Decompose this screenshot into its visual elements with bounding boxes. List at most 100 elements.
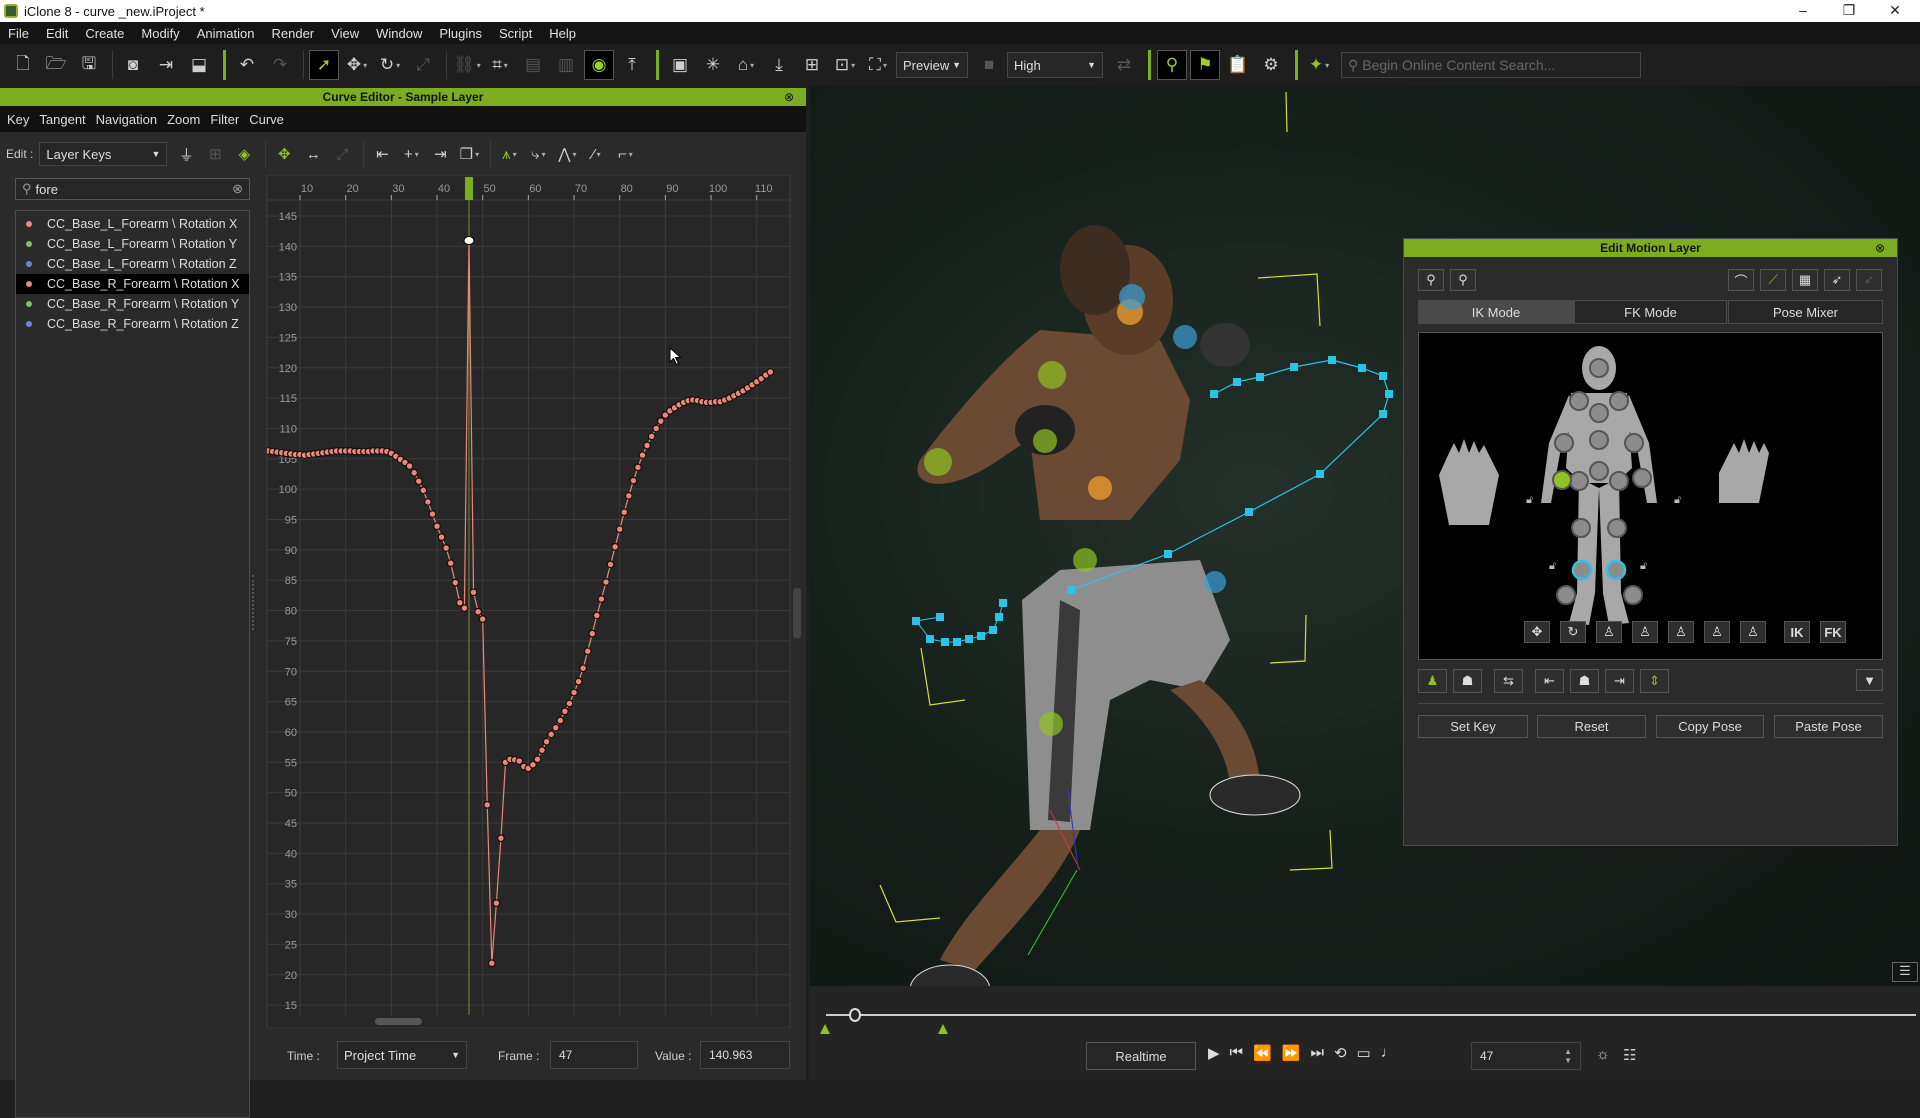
ik-effector-dot[interactable] <box>1119 284 1145 310</box>
playhead-handle[interactable] <box>464 177 473 200</box>
menu-render[interactable]: Render <box>272 26 315 41</box>
motion-trail-key[interactable] <box>1245 508 1253 516</box>
ik-effector-dot[interactable] <box>1204 571 1226 593</box>
ik-effector-dot[interactable] <box>1173 325 1197 349</box>
pin-icon[interactable]: ➶ <box>1824 269 1850 291</box>
gizmo-icon[interactable]: ⚙ <box>1256 50 1286 80</box>
motion-trail-key[interactable] <box>912 617 920 625</box>
key-point[interactable] <box>634 463 642 472</box>
plugin-icon[interactable]: ✦ ▾ <box>1304 50 1334 80</box>
key-point[interactable] <box>442 544 451 552</box>
rotate-icon[interactable]: ↻ ▾ <box>375 50 405 80</box>
menu-view[interactable]: View <box>331 26 359 41</box>
home-camera-icon[interactable]: ⌂ ▾ <box>731 50 761 80</box>
settings-icon[interactable]: ☼ <box>1596 1046 1610 1063</box>
motion-trail-key[interactable] <box>1385 390 1393 398</box>
loop-icon[interactable]: ⟲ <box>1334 1044 1347 1062</box>
motion-trail-key[interactable] <box>1358 364 1366 372</box>
motion-trail-key[interactable] <box>1164 550 1172 558</box>
curve-graph[interactable]: 1520253035404550556065707580859095100105… <box>266 175 800 1028</box>
joint-effector[interactable] <box>1589 461 1609 481</box>
curve-menu-tangent[interactable]: Tangent <box>39 112 85 127</box>
key-point[interactable] <box>428 510 437 518</box>
key-point[interactable] <box>551 723 560 732</box>
linear-tangent-icon[interactable]: ⁄ ▾ <box>583 139 609 169</box>
key-point[interactable] <box>647 432 656 441</box>
pivot-icon[interactable]: ⤒ <box>617 50 647 80</box>
selected-key-point[interactable] <box>463 236 475 246</box>
motion-trail-key[interactable] <box>926 635 934 643</box>
new-file-icon[interactable]: 🗋 <box>8 50 38 80</box>
channel-list-item[interactable]: CC_Base_L_Forearm \ Rotation X <box>16 214 249 234</box>
break-tangent-icon[interactable]: ⋀ ▾ <box>554 139 580 169</box>
motion-trail-key[interactable] <box>1210 390 1218 398</box>
key-point[interactable] <box>570 688 578 697</box>
menu-modify[interactable]: Modify <box>141 26 179 41</box>
key-point[interactable] <box>606 560 615 569</box>
layers-icon[interactable]: ◈ <box>231 139 257 169</box>
key-point[interactable] <box>446 559 455 568</box>
motion-trail-icon[interactable]: ⚲ <box>1157 50 1187 80</box>
motion-trail-key[interactable] <box>995 613 1003 621</box>
menu-file[interactable]: File <box>8 26 29 41</box>
motion-trail-key[interactable] <box>1067 586 1075 594</box>
horizontal-scrollbar[interactable] <box>375 1018 422 1025</box>
insert-before-icon[interactable]: ⇤ <box>369 139 395 169</box>
scale-icon[interactable]: ⤢ <box>408 50 438 80</box>
unpin-icon[interactable]: ➶ <box>1856 269 1882 291</box>
key-point[interactable] <box>560 707 569 716</box>
curve-menu-zoom[interactable]: Zoom <box>167 112 200 127</box>
joint-effector[interactable] <box>1605 559 1627 581</box>
motion-trail-key[interactable] <box>1379 372 1387 380</box>
key-point[interactable] <box>643 441 651 450</box>
lock-upper-body-icon[interactable]: ♙ <box>1632 621 1658 643</box>
key-point[interactable] <box>437 533 446 542</box>
key-point[interactable] <box>478 615 487 623</box>
joint-effector[interactable] <box>1571 518 1591 538</box>
pick-camera-icon[interactable]: ⊡ ▾ <box>830 50 860 80</box>
ik-effector-dot[interactable] <box>1073 548 1097 572</box>
minimize-button[interactable]: – <box>1780 0 1826 22</box>
move-key-icon[interactable]: ✥ <box>271 139 297 169</box>
channel-list-item[interactable]: CC_Base_L_Forearm \ Rotation Z <box>16 254 249 274</box>
key-point[interactable] <box>497 834 505 843</box>
key-point[interactable] <box>474 607 483 616</box>
menu-edit[interactable]: Edit <box>46 26 68 41</box>
dropdown-arrow-icon[interactable]: ▾ <box>504 61 508 70</box>
motion-trail-key[interactable] <box>989 626 997 634</box>
range-end-marker[interactable] <box>938 1024 948 1034</box>
key-point[interactable] <box>469 588 478 597</box>
move-icon[interactable]: ✥ ▾ <box>342 50 372 80</box>
vertical-scrollbar[interactable] <box>793 588 801 638</box>
select-icon[interactable]: ➚ <box>309 50 339 80</box>
motion-trail-key[interactable] <box>965 635 973 643</box>
mirror-left-icon[interactable]: ⇤ <box>1535 669 1564 693</box>
curve-menu-curve[interactable]: Curve <box>249 112 284 127</box>
motion-trail-key[interactable] <box>1233 378 1241 386</box>
tab-pose-mixer[interactable]: Pose Mixer <box>1728 300 1883 324</box>
mirror-person-icon[interactable]: ☗ <box>1570 669 1599 693</box>
step-tangent-icon[interactable]: ⌐ ▾ <box>612 139 638 169</box>
key-point[interactable] <box>638 451 647 460</box>
timeline-toggle-icon[interactable]: ☷ <box>1623 1046 1636 1064</box>
unlock-icon[interactable]: 🔓︎ <box>1674 494 1681 506</box>
motion-trail-key[interactable] <box>977 632 985 640</box>
go-to-start-icon[interactable]: ⏮ <box>1230 1044 1244 1062</box>
joint-effector[interactable] <box>1609 391 1629 411</box>
key-point[interactable] <box>583 647 592 656</box>
edit-mode-dropdown[interactable]: Layer Keys ▼ <box>39 142 168 166</box>
value-input[interactable]: 140.963 <box>700 1041 790 1069</box>
joint-effector[interactable] <box>1632 468 1652 488</box>
menu-animation[interactable]: Animation <box>197 26 255 41</box>
chat-icon[interactable]: ☰ <box>1892 962 1918 982</box>
look-at-icon[interactable]: ⚲ <box>1450 269 1476 291</box>
unlock-icon[interactable]: 🔓︎ <box>1640 560 1647 572</box>
key-point[interactable] <box>592 611 601 620</box>
motion-trail-key[interactable] <box>999 599 1007 607</box>
joint-effector[interactable] <box>1589 403 1609 423</box>
curve-menu-filter[interactable]: Filter <box>210 112 239 127</box>
motion-trail-key[interactable] <box>1316 470 1324 478</box>
copy-keys-icon[interactable]: ❐ ▾ <box>456 139 482 169</box>
joint-effector[interactable] <box>1569 471 1589 491</box>
current-frame-input[interactable]: 47 ▲ ▼ <box>1471 1042 1581 1070</box>
